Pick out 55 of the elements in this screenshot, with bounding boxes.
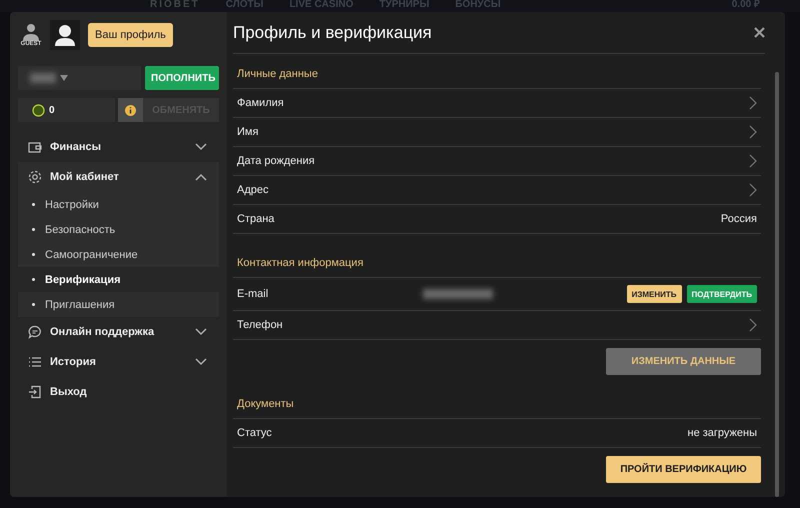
redacted-balance [30,73,56,83]
exit-icon [28,385,42,399]
caret-icon [60,75,68,81]
chevron-right-icon [749,96,757,110]
settings-icon [28,170,42,184]
section-title: Личные данные [237,68,318,80]
avatar-icon [55,24,75,46]
action-button[interactable]: ПРОЙТИ ВЕРИФИКАЦИЮ [606,456,761,483]
field-label: Имя [237,126,260,138]
info-icon [125,104,136,116]
menu-item[interactable]: Мой кабинет [18,162,219,192]
menu-item[interactable]: Финансы [18,132,219,162]
points-value: 0 [49,104,55,116]
chevron-right-icon [749,318,757,332]
profile-row[interactable]: Имя [233,118,761,147]
field-label: Телефон [237,319,284,331]
chevron-right-icon [749,183,757,197]
chat-icon [28,325,42,339]
profile-button[interactable] [50,20,80,50]
chevron-down-icon [195,143,207,151]
close-icon [754,27,765,38]
redacted-email [423,289,493,299]
profile-row[interactable]: Телефон [233,311,761,340]
field-label: Страна [237,213,276,225]
wallet-icon [28,141,42,153]
profile-row[interactable]: Адрес [233,176,761,205]
dialog-title: Профиль и верификация [233,22,432,42]
menu-item[interactable]: История [18,347,219,377]
scrollbar[interactable] [775,72,779,497]
info-button[interactable] [118,98,143,122]
chevron-right-icon [749,125,757,139]
list-icon [28,356,42,368]
chevron-down-icon [195,358,207,366]
edit-button[interactable]: ИЗМЕНИТЬ [626,285,682,303]
field-label: Фамилия [237,97,285,109]
section-title: Документы [237,398,294,410]
field-label: E-mail [237,288,270,300]
chevron-up-icon [195,173,207,181]
close-button[interactable] [754,27,765,38]
field-label: Адрес [237,184,270,196]
field-label: Дата рождения [237,155,316,167]
menu-item[interactable]: Онлайн поддержка [18,317,219,347]
user-icon [22,23,40,41]
field-value: Россия [720,213,757,225]
menu-item[interactable]: Выход [18,377,219,407]
chevron-down-icon [195,328,207,336]
field-value: не загружены [688,427,757,439]
section-title: Контактная информация [237,257,364,269]
field-label: Статус [237,427,273,439]
chevron-right-icon [749,154,757,168]
profile-tooltip: Ваш профиль [88,23,173,47]
coin-icon [32,104,45,116]
submenu-item[interactable]: Верификация [18,267,219,292]
profile-row[interactable]: Дата рождения [233,147,761,176]
profile-row[interactable]: Фамилия [233,89,761,118]
